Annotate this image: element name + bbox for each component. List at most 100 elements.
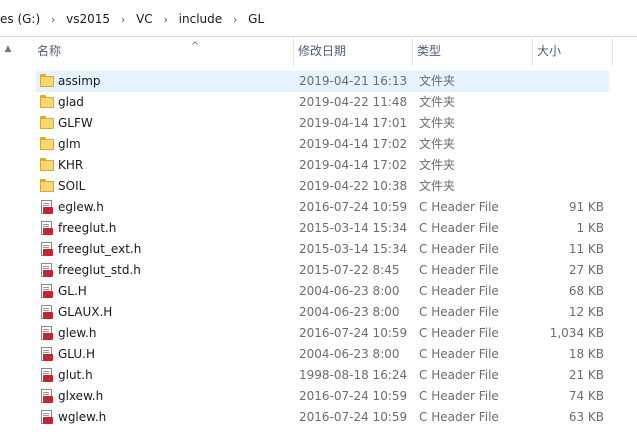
file-row[interactable]: GLFW 2019-04-14 17:01 文件夹 xyxy=(36,113,609,134)
file-modified-date: 2016-07-24 10:59 xyxy=(299,410,408,424)
header-file-icon xyxy=(40,410,54,424)
file-type: C Header File xyxy=(419,242,499,256)
header-file-icon xyxy=(40,242,54,256)
breadcrumb-item[interactable]: GL xyxy=(246,12,266,26)
header-file-icon xyxy=(40,347,54,361)
file-row[interactable]: GLU.H 2004-06-23 8:00 C Header File 18 KB xyxy=(36,344,609,365)
file-type: 文件夹 xyxy=(419,74,456,88)
header-file-icon xyxy=(40,305,54,319)
file-size: 74 KB xyxy=(568,389,604,403)
column-header-name[interactable]: 名称 ^ xyxy=(33,38,294,66)
file-row[interactable]: freeglut_ext.h 2015-03-14 15:34 C Header F… xyxy=(36,239,609,260)
file-modified-date: 2019-04-14 17:02 xyxy=(299,137,408,151)
file-size: 11 KB xyxy=(568,242,604,256)
file-row[interactable]: glut.h 1998-08-18 16:24 C Header File 21 KB xyxy=(36,365,609,386)
breadcrumb-item[interactable]: VC xyxy=(134,12,155,26)
file-name: glut.h xyxy=(58,368,93,382)
file-row[interactable]: wglew.h 2016-07-24 10:59 C Header File 63 K… xyxy=(36,407,609,428)
file-type: C Header File xyxy=(419,368,499,382)
folder-icon xyxy=(40,74,54,88)
column-header-name-label: 名称 xyxy=(37,44,62,58)
file-type: 文件夹 xyxy=(419,158,456,172)
file-row[interactable]: glad 2019-04-22 11:48 文件夹 xyxy=(36,92,609,113)
file-type: 文件夹 xyxy=(419,95,456,109)
breadcrumb-item[interactable]: include xyxy=(177,12,224,26)
header-file-icon xyxy=(40,389,54,403)
file-name: glm xyxy=(58,137,81,151)
file-row[interactable]: KHR 2019-04-14 17:02 文件夹 xyxy=(36,155,609,176)
file-row[interactable]: eglew.h 2016-07-24 10:59 C Header File 91 K… xyxy=(36,197,609,218)
file-type: C Header File xyxy=(419,347,499,361)
file-name: glxew.h xyxy=(58,389,104,403)
breadcrumb-item[interactable]: es (G:) xyxy=(0,12,42,26)
file-modified-date: 2019-04-21 16:13 xyxy=(299,74,408,88)
file-type: 文件夹 xyxy=(419,116,456,130)
file-size: 63 KB xyxy=(568,410,604,424)
file-type: C Header File xyxy=(419,263,499,277)
folder-icon xyxy=(40,95,54,109)
file-size: 12 KB xyxy=(568,305,604,319)
folder-icon xyxy=(40,137,54,151)
column-header-row: 名称 ^ 修改日期 类型 大小 xyxy=(0,38,637,66)
file-row[interactable]: glxew.h 2016-07-24 10:59 C Header File 74 K… xyxy=(36,386,609,407)
header-file-icon xyxy=(40,221,54,235)
breadcrumb-separator-icon[interactable]: › xyxy=(42,13,64,26)
file-row[interactable]: assimp 2019-04-21 16:13 文件夹 xyxy=(36,71,609,92)
file-row[interactable]: freeglut_std.h 2015-07-22 8:45 C Header Fi… xyxy=(36,260,609,281)
file-row[interactable]: SOIL 2019-04-22 10:38 文件夹 xyxy=(36,176,609,197)
file-name: SOIL xyxy=(58,179,86,193)
folder-icon xyxy=(40,158,54,172)
file-type: C Header File xyxy=(419,389,499,403)
file-modified-date: 2019-04-22 10:38 xyxy=(299,179,408,193)
file-name: GLAUX.H xyxy=(58,305,113,319)
file-type: C Header File xyxy=(419,410,499,424)
file-type: 文件夹 xyxy=(419,137,456,151)
file-type: C Header File xyxy=(419,221,499,235)
file-modified-date: 2015-07-22 8:45 xyxy=(299,263,400,277)
file-modified-date: 2004-06-23 8:00 xyxy=(299,305,400,319)
file-name: GLU.H xyxy=(58,347,96,361)
file-modified-date: 2015-03-14 15:34 xyxy=(299,242,408,256)
file-type: C Header File xyxy=(419,326,499,340)
breadcrumb-separator-icon[interactable]: › xyxy=(224,13,246,26)
file-modified-date: 2016-07-24 10:59 xyxy=(299,200,408,214)
file-modified-date: 2019-04-22 11:48 xyxy=(299,95,408,109)
column-header-size-label: 大小 xyxy=(537,44,562,58)
file-type: 文件夹 xyxy=(419,179,456,193)
header-file-icon xyxy=(40,200,54,214)
file-name: wglew.h xyxy=(58,410,107,424)
file-size: 1 KB xyxy=(576,221,604,235)
file-name: freeglut_std.h xyxy=(58,263,141,277)
header-file-icon xyxy=(40,263,54,277)
file-size: 1,034 KB xyxy=(549,326,604,340)
file-name: freeglut.h xyxy=(58,221,117,235)
file-size: 21 KB xyxy=(568,368,604,382)
column-header-size[interactable]: 大小 xyxy=(533,38,613,66)
column-header-date-label: 修改日期 xyxy=(298,44,347,58)
file-modified-date: 2019-04-14 17:02 xyxy=(299,158,408,172)
breadcrumb-separator-icon[interactable]: › xyxy=(112,13,134,26)
folder-icon xyxy=(40,179,54,193)
file-row[interactable]: GLAUX.H 2004-06-23 8:00 C Header File 12 KB xyxy=(36,302,609,323)
breadcrumb-item[interactable]: vs2015 xyxy=(64,12,112,26)
breadcrumb-separator-icon[interactable]: › xyxy=(155,13,177,26)
file-modified-date: 2019-04-14 17:01 xyxy=(299,116,408,130)
header-file-icon xyxy=(40,284,54,298)
file-modified-date: 2015-03-14 15:34 xyxy=(299,221,408,235)
file-size: 91 KB xyxy=(568,200,604,214)
file-row[interactable]: freeglut.h 2015-03-14 15:34 C Header File 1… xyxy=(36,218,609,239)
file-modified-date: 1998-08-18 16:24 xyxy=(299,368,408,382)
column-header-date[interactable]: 修改日期 xyxy=(294,38,413,66)
header-file-icon xyxy=(40,368,54,382)
address-bar[interactable]: es (G:) › vs2015 › VC › include › GL xyxy=(0,0,637,37)
file-size: 27 KB xyxy=(568,263,604,277)
file-row[interactable]: glew.h 2016-07-24 10:59 C Header File 1,034… xyxy=(36,323,609,344)
file-size: 18 KB xyxy=(568,347,604,361)
file-row[interactable]: glm 2019-04-14 17:02 文件夹 xyxy=(36,134,609,155)
file-name: glad xyxy=(58,95,84,109)
file-name: GL.H xyxy=(58,284,87,298)
column-header-type[interactable]: 类型 xyxy=(413,38,533,66)
file-row[interactable]: GL.H 2004-06-23 8:00 C Header File 68 KB xyxy=(36,281,609,302)
file-modified-date: 2016-07-24 10:59 xyxy=(299,389,408,403)
file-name: KHR xyxy=(58,158,84,172)
